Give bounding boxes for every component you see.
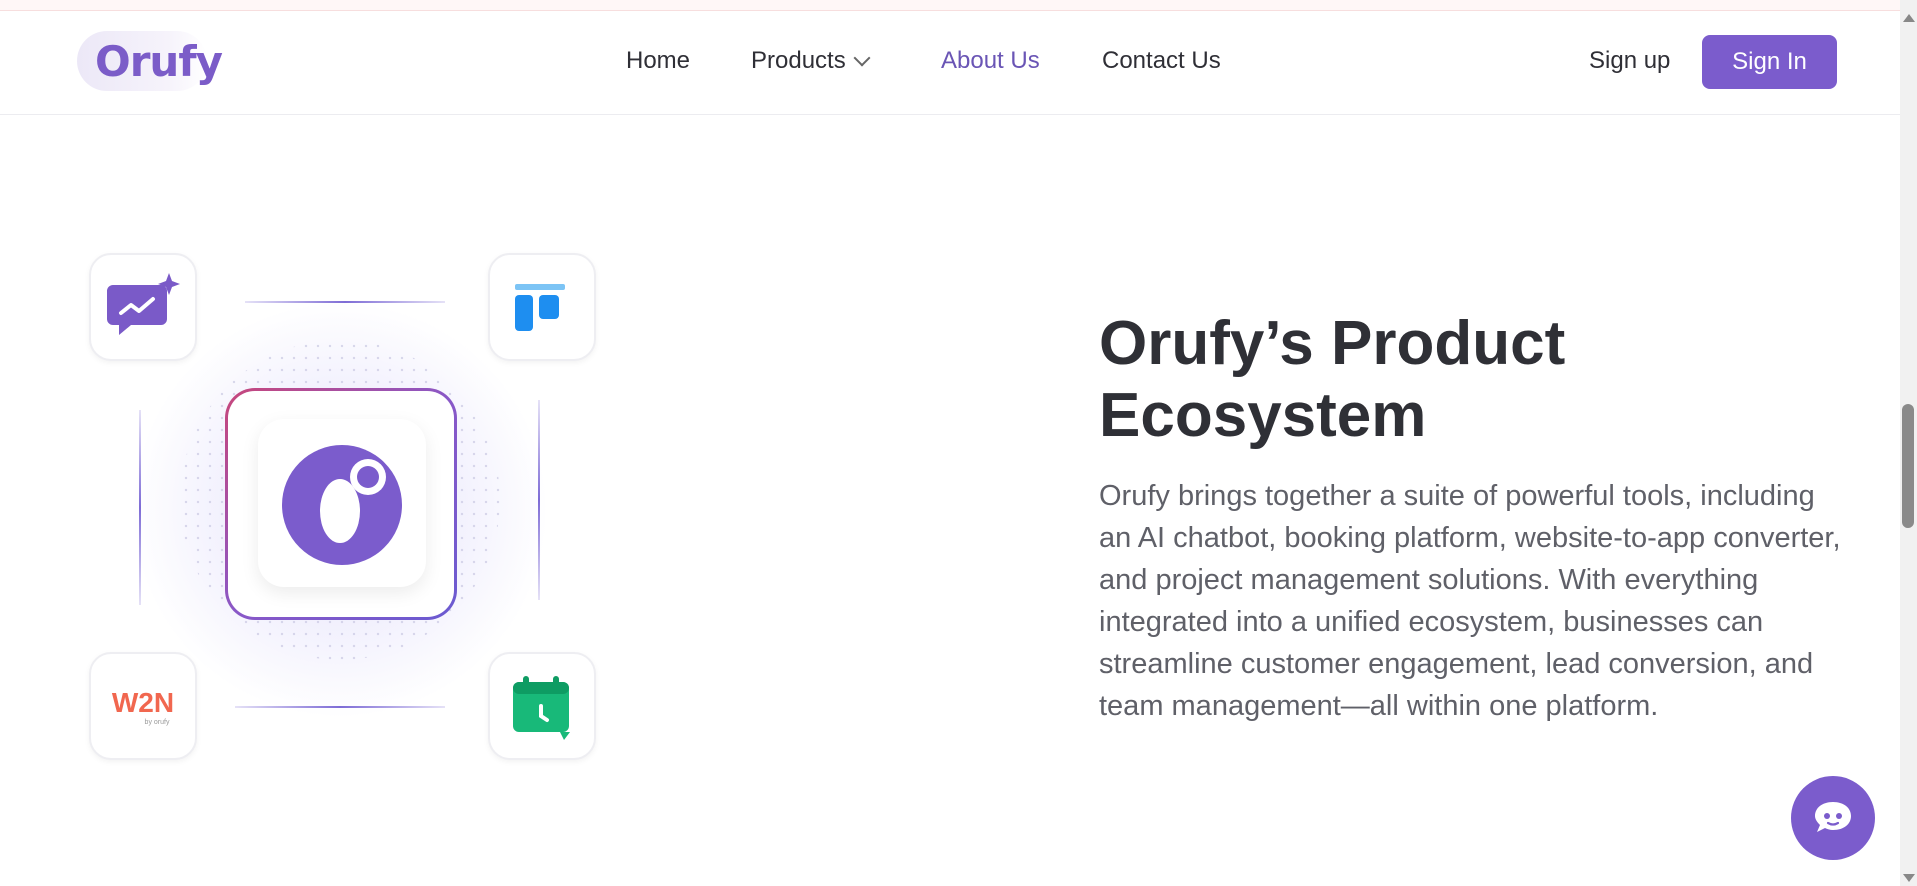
page-title-line1: Orufy’s Product — [1099, 308, 1566, 378]
page-title: Orufy’s Product Ecosystem — [1099, 308, 1819, 452]
connector-left — [139, 410, 141, 605]
nav-products[interactable]: Products — [751, 47, 871, 75]
chat-bubble-icon — [1815, 802, 1851, 832]
logo-text: Orufy — [95, 37, 223, 86]
chevron-down-icon — [853, 49, 871, 67]
w2n-tile[interactable]: W2N by orufy — [89, 652, 197, 760]
scroll-up-arrow-icon[interactable] — [1903, 14, 1915, 22]
svg-text:W2N: W2N — [112, 687, 174, 718]
svg-text:by orufy: by orufy — [145, 719, 170, 726]
orufy-logo[interactable]: Orufy — [77, 31, 223, 91]
scroll-thumb[interactable] — [1902, 404, 1914, 528]
connector-bottom — [235, 706, 445, 708]
ai-chatbot-icon — [107, 273, 180, 335]
ai-chatbot-tile[interactable] — [89, 253, 197, 361]
sign-in-button[interactable]: Sign In — [1702, 35, 1837, 89]
nav-contact-us[interactable]: Contact Us — [1102, 47, 1221, 75]
connector-top — [245, 301, 445, 303]
w2n-logo-icon: W2N by orufy — [112, 687, 174, 726]
chat-launcher-button[interactable] — [1791, 776, 1875, 860]
orufy-logo-icon — [282, 445, 402, 565]
project-board-tile[interactable] — [488, 253, 596, 361]
page-scrollbar[interactable] — [1900, 0, 1917, 886]
nav-products-label: Products — [751, 47, 846, 74]
orufy-center-tile[interactable] — [258, 419, 426, 587]
sign-up-link[interactable]: Sign up — [1589, 47, 1670, 75]
booking-calendar-icon — [513, 676, 570, 740]
site-header: Orufy Home Products About Us Contact Us … — [0, 11, 1900, 115]
orufy-center-frame — [225, 388, 457, 620]
project-board-icon — [515, 284, 565, 331]
connector-right — [538, 400, 540, 600]
page-description: Orufy brings together a suite of powerfu… — [1099, 480, 1841, 722]
page-title-line2: Ecosystem — [1099, 380, 1427, 450]
nav-home[interactable]: Home — [626, 47, 690, 75]
scroll-down-arrow-icon[interactable] — [1903, 874, 1915, 882]
booking-tile[interactable] — [488, 652, 596, 760]
product-ecosystem-illustration: W2N by orufy — [80, 240, 600, 780]
nav-about-us[interactable]: About Us — [941, 47, 1040, 75]
top-strip — [0, 0, 1900, 11]
